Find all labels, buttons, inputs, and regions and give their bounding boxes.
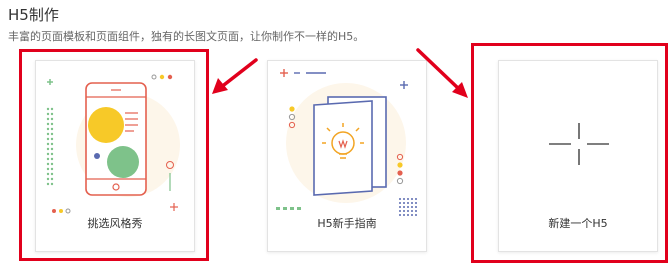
section-subtitle: 丰富的页面模板和页面组件，独有的长图文页面，让你制作不一样的H5。 — [8, 30, 365, 43]
card-label-beginner-guide: H5新手指南 — [317, 217, 377, 230]
section-title: H5制作 — [8, 6, 59, 24]
arrow-right-head — [452, 82, 468, 98]
arrow-left — [218, 58, 258, 90]
arrow-left-head — [212, 78, 228, 94]
highlight-box-create-new — [471, 43, 668, 263]
highlight-box-choose-style — [19, 49, 209, 261]
card-beginner-guide[interactable]: H5新手指南 — [267, 60, 427, 252]
